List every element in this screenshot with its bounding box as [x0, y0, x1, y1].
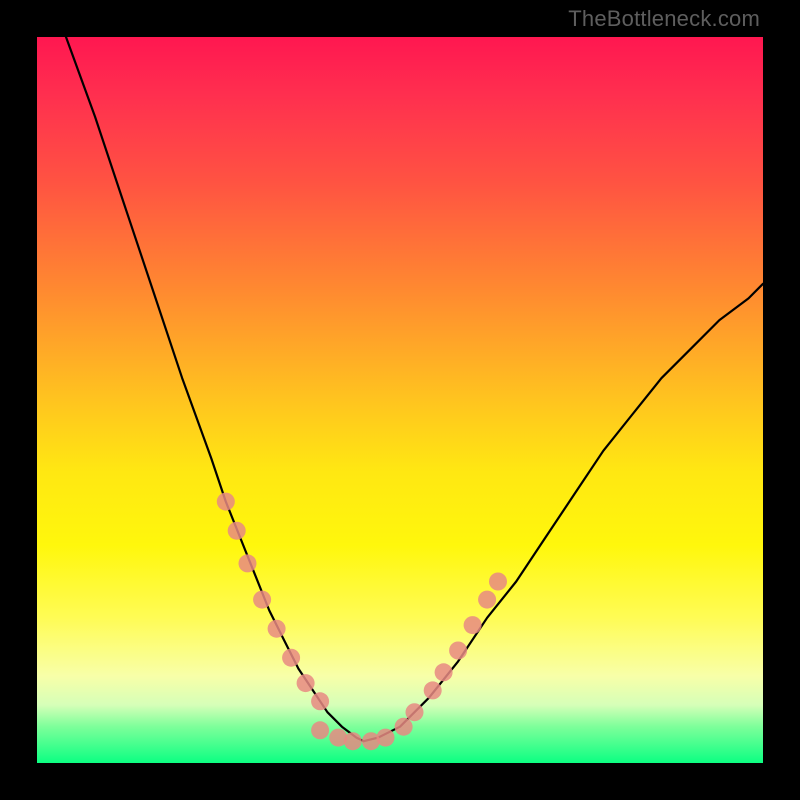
- dots-right: [406, 573, 508, 722]
- dots-left: [217, 493, 329, 711]
- chart-svg: [37, 37, 763, 763]
- curve-left: [66, 37, 364, 741]
- watermark-text: TheBottleneck.com: [568, 6, 760, 32]
- curve-right: [364, 284, 763, 741]
- dots-bottom: [311, 718, 413, 751]
- plot-area: [37, 37, 763, 763]
- chart-frame: TheBottleneck.com: [0, 0, 800, 800]
